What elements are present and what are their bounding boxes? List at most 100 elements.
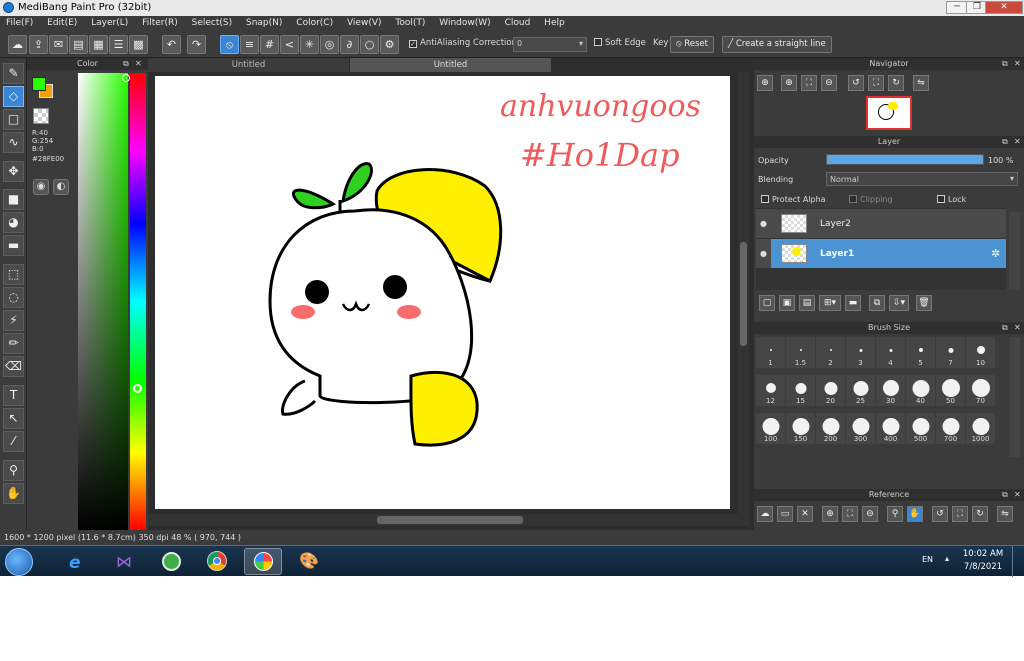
new-halftone-layer-icon[interactable]: ▣ [779,295,795,311]
brush-size-option[interactable]: 10 [966,337,995,368]
eyedropper-tool-icon[interactable]: ⚲ [3,460,24,481]
vertical-scrollbar[interactable] [738,72,749,514]
blur-tool-icon[interactable]: ∿ [3,132,24,153]
undock-icon[interactable]: ⧉ [1002,322,1008,334]
brush-size-option[interactable]: 3 [846,337,875,368]
folder-icon[interactable]: ▬ [845,295,861,311]
undock-icon[interactable]: ⧉ [123,58,129,70]
paint-app-icon[interactable]: 🎨 [290,548,328,575]
eye-icon[interactable]: ● [760,219,767,228]
magic-wand-tool-icon[interactable]: ⚡ [3,310,24,331]
rotate-right-icon[interactable]: ↻ [888,75,904,91]
horizontal-scrollbar-thumb[interactable] [377,516,523,524]
brush-size-option[interactable]: 12 [756,375,785,406]
color-wheel-icon[interactable]: ◐ [53,179,69,195]
new-8bit-layer-icon[interactable]: ▤ [799,295,815,311]
text-tool-icon[interactable]: T [3,385,24,406]
operation-tool-icon[interactable]: ↖ [3,408,24,429]
bucket-tool-icon[interactable]: ◕ [3,212,24,233]
brush-size-option[interactable]: 100 [756,413,785,444]
opacity-slider[interactable] [826,154,984,165]
internet-explorer-icon[interactable]: e [58,548,96,575]
brush-size-option[interactable]: 70 [966,375,995,406]
menu-snap[interactable]: Snap(N) [240,16,287,28]
close-icon[interactable]: ✕ [1014,58,1021,70]
correction-select[interactable]: 0 ▾ [513,37,587,52]
delete-layer-icon[interactable]: 🗑 [916,295,932,311]
minimize-button[interactable]: ─ [946,1,968,14]
undock-icon[interactable]: ⧉ [1002,58,1008,70]
brush-size-option[interactable]: 5 [906,337,935,368]
zoom-fit-icon[interactable]: ⊕ [757,75,773,91]
undock-icon[interactable]: ⧉ [1002,489,1008,501]
drawing-canvas[interactable]: anhvuongoos #Ho1Dap [155,76,730,509]
menu-help[interactable]: Help [538,16,570,28]
show-desktop-button[interactable] [1012,546,1024,577]
horizontal-scrollbar[interactable] [148,514,749,526]
antialiasing-checkbox[interactable]: ✓ [409,40,417,48]
menu-layer[interactable]: Layer(L) [85,16,133,28]
saturation-value-picker[interactable] [78,73,128,530]
fit-screen-icon[interactable]: ⛶ [842,506,858,522]
brush-size-option[interactable]: 2 [816,337,845,368]
curve-snap-icon[interactable]: ∂ [340,35,359,54]
lock-checkbox[interactable] [937,195,945,203]
add-layer-menu-icon[interactable]: ⊞▾ [819,295,841,311]
menu-file[interactable]: File(F) [0,16,38,28]
parallel-snap-icon[interactable]: ≡ [240,35,259,54]
menu-cloud[interactable]: Cloud [499,16,536,28]
eraser-tool-icon[interactable]: ◇ [3,86,24,107]
brush-size-option[interactable]: 50 [936,375,965,406]
move-tool-icon[interactable]: ✥ [3,161,24,182]
protect-alpha-checkbox[interactable] [761,195,769,203]
brush-size-option[interactable]: 7 [936,337,965,368]
snap-off-icon[interactable]: ⦸ [220,35,239,54]
comment-icon[interactable]: ✉ [49,35,68,54]
cloud-icon[interactable]: ☁ [8,35,27,54]
zoom-in-icon[interactable]: ⊕ [822,506,838,522]
brush-size-option[interactable]: 20 [816,375,845,406]
cross-snap-icon[interactable]: # [260,35,279,54]
circle-snap-icon[interactable]: ○ [360,35,379,54]
layer-row-layer2[interactable]: ● Layer2 [756,209,1006,238]
divide-tool-icon[interactable]: ⁄ [3,431,24,452]
close-icon[interactable]: ✕ [1014,136,1021,148]
brush-size-option[interactable]: 400 [876,413,905,444]
undock-icon[interactable]: ⧉ [1002,136,1008,148]
color-picker-handle[interactable] [122,74,130,82]
eyedropper-icon[interactable]: ⚲ [887,506,903,522]
grid-icon[interactable]: ▩ [129,35,148,54]
close-icon[interactable]: ✕ [135,58,142,70]
vanishing-snap-icon[interactable]: < [280,35,299,54]
layer-list-scrollbar[interactable] [1009,212,1020,290]
layer-row-layer1[interactable]: ● Layer1 ✲ [756,239,1006,268]
flip-icon[interactable]: ⇋ [913,75,929,91]
dot-tool-icon[interactable]: □ [3,109,24,130]
visual-studio-icon[interactable]: ⋈ [105,548,143,575]
menu-select[interactable]: Select(S) [186,16,238,28]
language-indicator[interactable]: EN [922,555,933,564]
hand-tool-icon[interactable]: ✋ [3,483,24,504]
rotate-left-icon[interactable]: ↺ [848,75,864,91]
coccoc-browser-icon[interactable] [152,548,190,575]
menu-tool[interactable]: Tool(T) [389,16,430,28]
menu-view[interactable]: View(V) [341,16,387,28]
menu-window[interactable]: Window(W) [433,16,495,28]
menu-edit[interactable]: Edit(E) [41,16,82,28]
create-line-button[interactable]: ╱ Create a straight line [722,36,832,53]
gradient-tool-icon[interactable]: ▬ [3,235,24,256]
menu-filter[interactable]: Filter(R) [136,16,183,28]
tab-untitled-2[interactable]: Untitled [350,58,551,72]
redo-icon[interactable]: ↷ [187,35,206,54]
radial-snap-icon[interactable]: ✳ [300,35,319,54]
hue-slider-handle[interactable] [133,384,142,393]
merge-down-icon[interactable]: ⇩▾ [889,295,909,311]
hand-icon[interactable]: ✋ [907,506,923,522]
duplicate-layer-icon[interactable]: ⧉ [869,295,885,311]
flip-icon[interactable]: ⇋ [997,506,1013,522]
brush-size-option[interactable]: 15 [786,375,815,406]
blending-select[interactable]: Normal ▾ [826,172,1018,186]
navigator-thumbnail[interactable] [866,96,912,130]
zoom-in-icon[interactable]: ⊕ [781,75,797,91]
reset-view-icon[interactable]: ⛶ [868,75,884,91]
